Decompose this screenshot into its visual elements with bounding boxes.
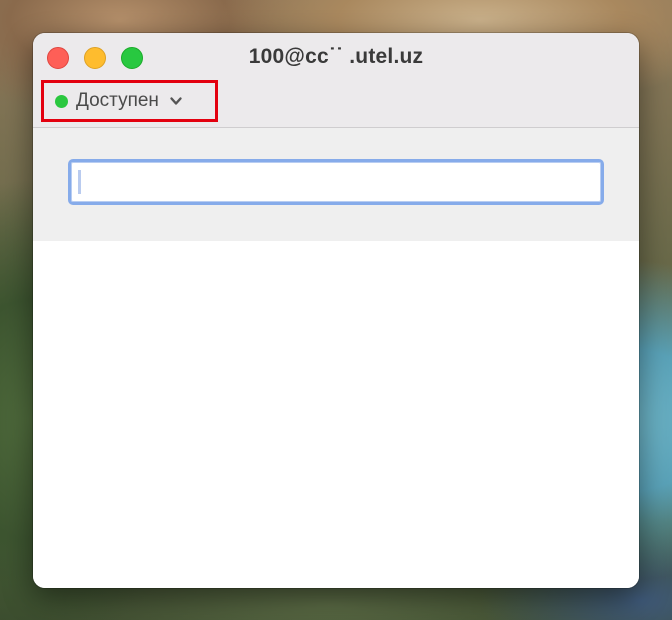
app-window: 100@cc˙˙ .utel.uz Доступен	[33, 33, 639, 588]
text-cursor	[78, 170, 81, 194]
status-indicator-dot	[55, 94, 68, 108]
status-label: Доступен	[76, 90, 159, 111]
chevron-down-icon	[169, 94, 183, 108]
content-area	[33, 241, 639, 588]
desktop-background: 100@cc˙˙ .utel.uz Доступен	[0, 0, 672, 620]
search-bar-area	[33, 128, 639, 242]
title-bar: 100@cc˙˙ .utel.uz Доступен	[33, 33, 639, 128]
window-title: 100@cc˙˙ .utel.uz	[248, 45, 424, 68]
search-input[interactable]	[68, 159, 604, 205]
status-dropdown[interactable]: Доступен	[55, 89, 183, 113]
